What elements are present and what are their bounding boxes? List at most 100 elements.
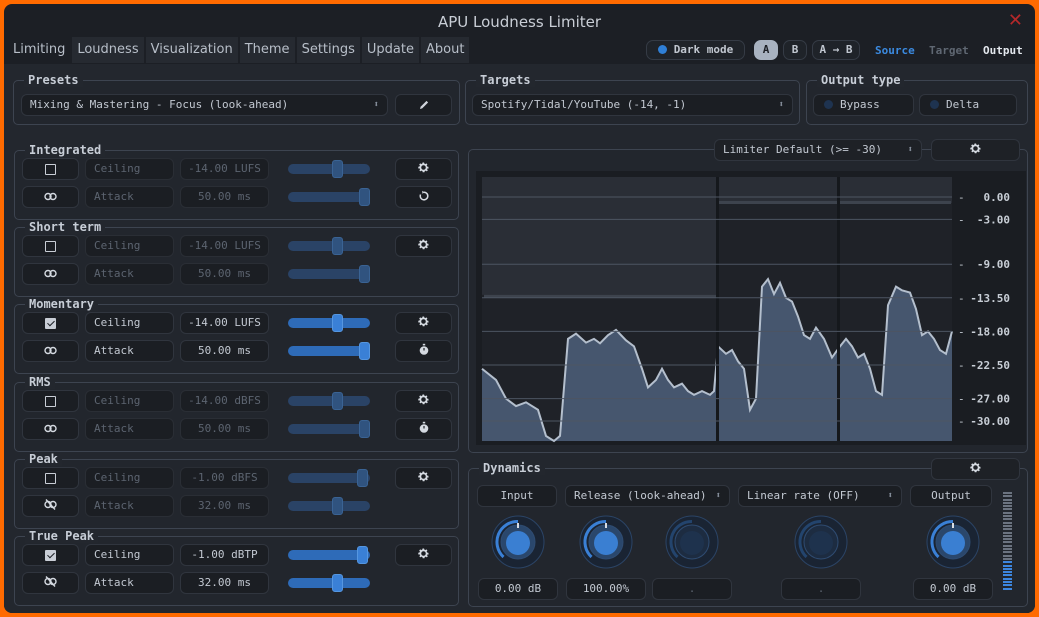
view-source-tab[interactable]: Source: [875, 44, 915, 57]
checkbox-icon: [45, 240, 56, 252]
dark-mode-toggle[interactable]: Dark mode: [646, 40, 745, 60]
slider-thumb[interactable]: [357, 469, 368, 487]
rms-link-toggle[interactable]: [22, 418, 79, 440]
release-aux-value[interactable]: .: [652, 578, 732, 600]
meter-settings-button[interactable]: [931, 139, 1020, 161]
slider-thumb[interactable]: [332, 574, 343, 592]
tab-update[interactable]: Update: [361, 37, 419, 63]
integrated-attack-slider[interactable]: [288, 188, 370, 206]
peak-enable-checkbox[interactable]: [22, 467, 79, 489]
rms-ceiling-label: Ceiling: [85, 390, 174, 412]
bypass-label: Bypass: [840, 98, 880, 111]
slider-thumb[interactable]: [359, 265, 370, 283]
momentary-stopwatch-button[interactable]: [395, 340, 452, 362]
target-select[interactable]: Spotify/Tidal/YouTube (-14, -1) ⬍: [472, 94, 793, 116]
delta-toggle[interactable]: Delta: [919, 94, 1017, 116]
true-peak-attack-value[interactable]: 32.00 ms: [180, 572, 269, 594]
release-aux-knob[interactable]: [664, 514, 720, 570]
preset-select[interactable]: Mixing & Mastering - Focus (look-ahead) …: [21, 94, 388, 116]
momentary-attack-value[interactable]: 50.00 ms: [180, 340, 269, 362]
slider-thumb[interactable]: [359, 188, 370, 206]
slider-thumb[interactable]: [359, 420, 370, 438]
short-term-settings-button[interactable]: [395, 235, 452, 257]
peak-ceiling-value[interactable]: -1.00 dBFS: [180, 467, 269, 489]
view-output-tab[interactable]: Output: [983, 44, 1023, 57]
linear-rate-value[interactable]: .: [781, 578, 861, 600]
tab-theme[interactable]: Theme: [239, 37, 295, 63]
short-term-link-toggle[interactable]: [22, 263, 79, 285]
momentary-link-toggle[interactable]: [22, 340, 79, 362]
tab-limiting[interactable]: Limiting: [8, 37, 70, 63]
integrated-ceiling-slider[interactable]: [288, 160, 370, 178]
true-peak-settings-button[interactable]: [395, 544, 452, 566]
linear-rate-select[interactable]: Linear rate (OFF) ⬍: [738, 485, 902, 507]
preset-select-value: Mixing & Mastering - Focus (look-ahead): [30, 98, 289, 111]
linear-rate-knob[interactable]: [793, 514, 849, 570]
peak-settings-button[interactable]: [395, 467, 452, 489]
meter-mode-select[interactable]: Limiter Default (>= -30) ⬍: [714, 139, 922, 161]
momentary-settings-button[interactable]: [395, 312, 452, 334]
slider-track: [288, 241, 370, 251]
output-type-group: Output type Bypass Delta: [806, 73, 1028, 125]
slider-thumb[interactable]: [332, 237, 343, 255]
integrated-settings-button[interactable]: [395, 158, 452, 180]
short-term-ceiling-value[interactable]: -14.00 LUFS: [180, 235, 269, 257]
copy-a-to-b-button[interactable]: A → B: [812, 40, 860, 60]
tab-settings[interactable]: Settings: [296, 37, 360, 63]
slider-thumb[interactable]: [359, 342, 370, 360]
rms-ceiling-slider[interactable]: [288, 392, 370, 410]
preset-b-button[interactable]: B: [783, 40, 807, 60]
peak-ceiling-slider[interactable]: [288, 469, 370, 487]
true-peak-attack-slider[interactable]: [288, 574, 370, 592]
peak-ceiling-label: Ceiling: [85, 467, 174, 489]
slider-thumb[interactable]: [332, 497, 343, 515]
peak-attack-value[interactable]: 32.00 ms: [180, 495, 269, 517]
release-value[interactable]: 100.00%: [566, 578, 646, 600]
true-peak-link-toggle[interactable]: [22, 572, 79, 594]
rms-enable-checkbox[interactable]: [22, 390, 79, 412]
output-knob[interactable]: [925, 514, 981, 570]
rms-stopwatch-button[interactable]: [395, 418, 452, 440]
true-peak-ceiling-slider[interactable]: [288, 546, 370, 564]
short-term-attack-slider[interactable]: [288, 265, 370, 283]
short-term-attack-value[interactable]: 50.00 ms: [180, 263, 269, 285]
integrated-link-toggle[interactable]: [22, 186, 79, 208]
integrated-enable-checkbox[interactable]: [22, 158, 79, 180]
edit-preset-button[interactable]: [395, 94, 452, 116]
slider-thumb[interactable]: [332, 314, 343, 332]
release-mode-select[interactable]: Release (look-ahead) ⬍: [565, 485, 730, 507]
momentary-enable-checkbox[interactable]: [22, 312, 79, 334]
slider-thumb[interactable]: [332, 392, 343, 410]
tab-visualization[interactable]: Visualization: [145, 37, 238, 63]
preset-a-button[interactable]: A: [754, 40, 778, 60]
rms-settings-button[interactable]: [395, 390, 452, 412]
integrated-ceiling-value[interactable]: -14.00 LUFS: [180, 158, 269, 180]
input-value[interactable]: 0.00 dB: [478, 578, 558, 600]
short-term-enable-checkbox[interactable]: [22, 235, 79, 257]
close-icon[interactable]: ✕: [1008, 10, 1023, 31]
release-knob[interactable]: [578, 514, 634, 570]
dynamics-settings-button[interactable]: [931, 458, 1020, 480]
integrated-attack-value[interactable]: 50.00 ms: [180, 186, 269, 208]
true-peak-ceiling-value[interactable]: -1.00 dBTP: [180, 544, 269, 566]
bypass-toggle[interactable]: Bypass: [813, 94, 914, 116]
true-peak-enable-checkbox[interactable]: [22, 544, 79, 566]
input-knob[interactable]: [490, 514, 546, 570]
rms-ceiling-value[interactable]: -14.00 dBFS: [180, 390, 269, 412]
slider-thumb[interactable]: [332, 160, 343, 178]
output-value[interactable]: 0.00 dB: [913, 578, 993, 600]
tab-about[interactable]: About: [420, 37, 470, 63]
tab-loudness[interactable]: Loudness: [72, 37, 144, 63]
peak-link-toggle[interactable]: [22, 495, 79, 517]
short-term-ceiling-slider[interactable]: [288, 237, 370, 255]
peak-attack-slider[interactable]: [288, 497, 370, 515]
rms-attack-value[interactable]: 50.00 ms: [180, 418, 269, 440]
momentary-attack-slider[interactable]: [288, 342, 370, 360]
linear-rate-value: Linear rate (OFF): [747, 489, 860, 502]
integrated-reset-button[interactable]: [395, 186, 452, 208]
view-target-tab[interactable]: Target: [929, 44, 969, 57]
momentary-ceiling-slider[interactable]: [288, 314, 370, 332]
momentary-ceiling-value[interactable]: -14.00 LUFS: [180, 312, 269, 334]
rms-attack-slider[interactable]: [288, 420, 370, 438]
slider-thumb[interactable]: [357, 546, 368, 564]
